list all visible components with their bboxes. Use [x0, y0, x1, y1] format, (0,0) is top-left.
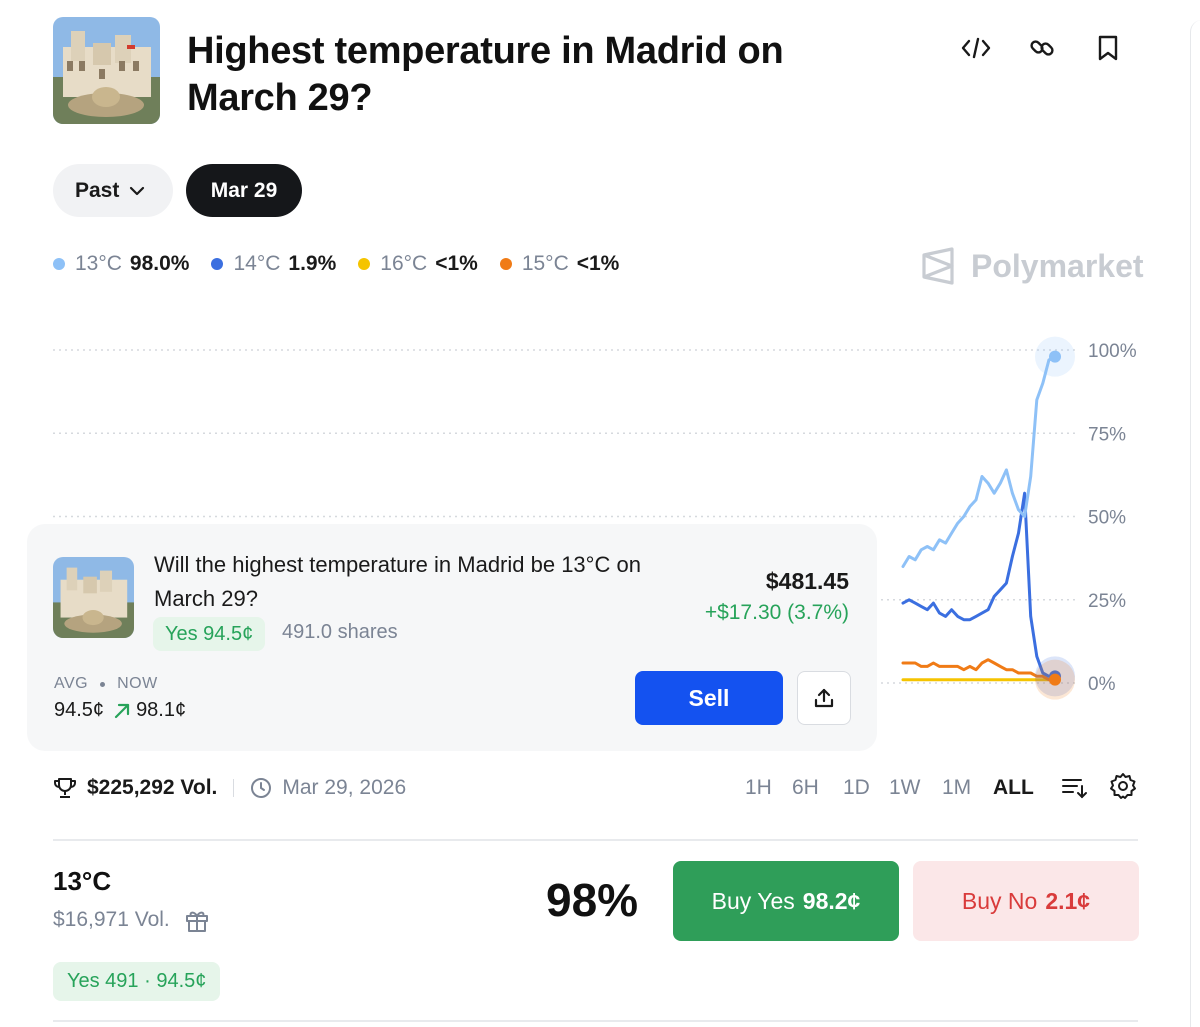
separator-dot [100, 681, 106, 687]
end-date: Mar 29, 2026 [282, 776, 407, 799]
sell-button[interactable]: Sell [635, 671, 783, 725]
y-tick-label: 75% [1088, 424, 1126, 445]
buy-yes-button[interactable]: Buy Yes 98.2¢ [673, 861, 899, 941]
avg-now-values: 94.5¢ 98.1¢ [54, 699, 186, 722]
y-tick-label: 0% [1088, 674, 1116, 695]
trophy-icon [54, 778, 76, 798]
y-tick-label: 100% [1088, 341, 1137, 362]
divider-bottom [53, 1020, 1138, 1022]
series-line [901, 658, 1057, 682]
total-volume: $225,292 Vol. [87, 776, 218, 799]
divider [233, 779, 235, 797]
buy-no-price: 2.1¢ [1045, 887, 1091, 914]
position-shares: 491.0 shares [282, 621, 398, 643]
y-tick-label: 50% [1088, 508, 1126, 529]
clock-icon [251, 778, 272, 798]
share-button[interactable] [797, 671, 851, 725]
buy-no-button[interactable]: Buy No 2.1¢ [913, 861, 1139, 941]
buy-yes-label: Buy Yes [711, 887, 795, 914]
gift-icon[interactable] [184, 907, 210, 933]
share-upload-icon [814, 688, 834, 708]
position-value: $481.45 [765, 568, 849, 594]
range-all[interactable]: ALL [993, 776, 1034, 800]
position-pnl: +$17.30 (3.7%) [704, 601, 849, 624]
position-thumbnail [53, 557, 134, 638]
buy-no-label: Buy No [961, 887, 1038, 914]
outcome-name: 13°C [53, 866, 112, 896]
position-question: Will the highest temperature in Madrid b… [154, 552, 641, 611]
holding-badge: Yes 491 · 94.5¢ [53, 962, 221, 1001]
series-line [901, 491, 1057, 678]
buy-yes-price: 98.2¢ [802, 887, 861, 914]
range-6h[interactable]: 6H [792, 776, 819, 800]
trend-up-arrow-icon [114, 703, 130, 718]
sort-lines-icon[interactable] [1060, 772, 1088, 805]
series-line [901, 355, 1057, 568]
outcome-percent: 98% [546, 874, 639, 926]
range-1m[interactable]: 1M [942, 776, 971, 800]
now-price: 98.1¢ [136, 699, 187, 721]
range-1w[interactable]: 1W [889, 776, 921, 800]
position-card: Will the highest temperature in Madrid b… [27, 524, 877, 751]
market-stats: $225,292 Vol. Mar 29, 2026 [53, 776, 406, 800]
range-1d[interactable]: 1D [843, 776, 870, 800]
y-tick-label: 25% [1088, 591, 1126, 612]
avg-price: 94.5¢ [54, 699, 105, 721]
avg-now-labels: AVG NOW [54, 675, 158, 693]
position-side-badge: Yes 94.5¢ [153, 617, 266, 651]
series-end-point [1049, 350, 1061, 363]
avg-label: AVG [54, 675, 89, 692]
now-label: NOW [117, 675, 158, 692]
outcome-volume-text: $16,971 Vol. [53, 908, 170, 931]
settings-gear-icon[interactable] [1109, 772, 1137, 805]
outcome-volume: $16,971 Vol. [53, 907, 210, 933]
range-1h[interactable]: 1H [745, 776, 772, 800]
series-end-point [1049, 673, 1061, 686]
divider-top [53, 839, 1138, 841]
